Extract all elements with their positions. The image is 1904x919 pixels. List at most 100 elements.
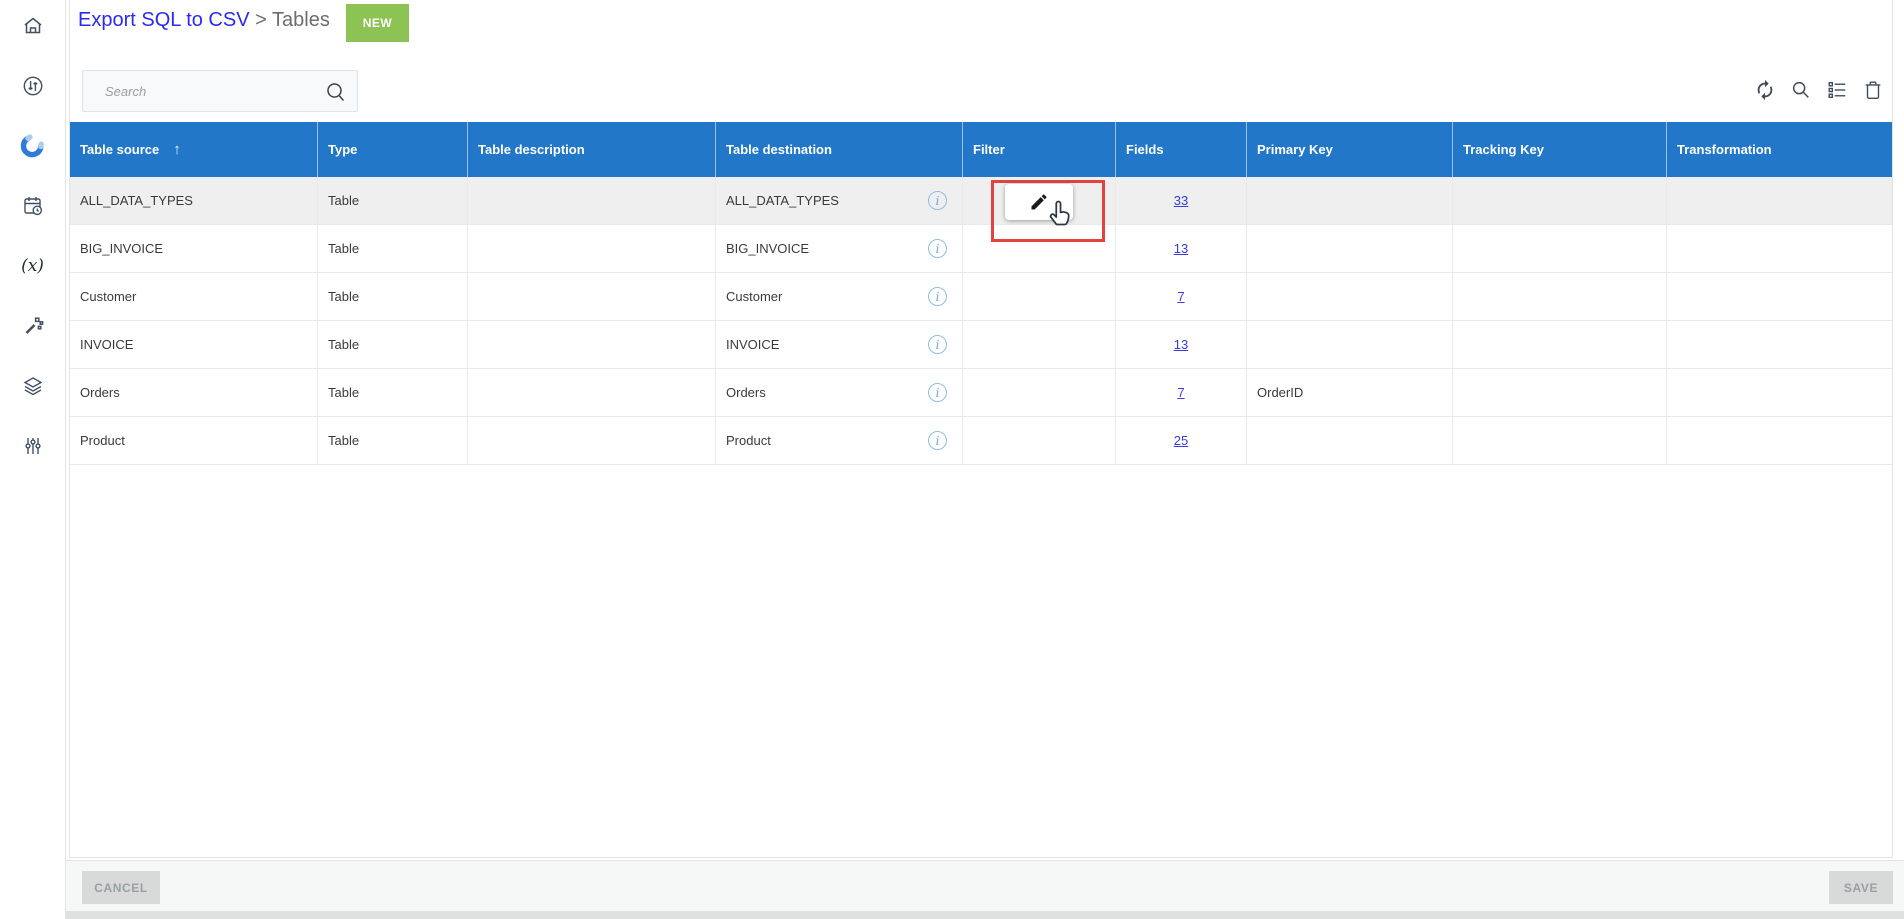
breadcrumb: Export SQL to CSV > Tables (78, 9, 330, 32)
refresh-icon[interactable] (1754, 79, 1776, 101)
cell-transformation (1667, 369, 1892, 417)
cancel-button[interactable]: CANCEL (82, 871, 160, 904)
info-icon[interactable]: i (928, 383, 947, 402)
column-list-icon[interactable] (1826, 79, 1848, 101)
sort-asc-icon: ↑ (173, 141, 181, 158)
cell-primary-key (1247, 273, 1453, 321)
cell-fields: 7 (1116, 369, 1247, 417)
header-transformation[interactable]: Transformation (1667, 122, 1892, 177)
tables-grid: Table source ↑ Type Table description Ta… (70, 122, 1892, 465)
cell-tracking-key (1453, 273, 1667, 321)
header-table-source[interactable]: Table source ↑ (70, 122, 318, 177)
cell-transformation (1667, 417, 1892, 465)
magnet-icon[interactable] (20, 133, 46, 159)
search-box (82, 70, 358, 112)
cell-tracking-key (1453, 177, 1667, 225)
horizontal-scrollbar[interactable] (63, 911, 1904, 919)
layers-icon[interactable] (20, 373, 46, 399)
wand-icon[interactable] (20, 313, 46, 339)
table-row[interactable]: INVOICE Table INVOICE i 13 (70, 321, 1892, 369)
info-icon[interactable]: i (928, 239, 947, 258)
header-primary-key[interactable]: Primary Key (1247, 122, 1453, 177)
cell-destination: Product i (716, 417, 963, 465)
cell-tracking-key (1453, 321, 1667, 369)
cell-destination: INVOICE i (716, 321, 963, 369)
column-search-icon[interactable] (1790, 79, 1812, 101)
cell-filter (963, 225, 1116, 273)
cell-tracking-key (1453, 417, 1667, 465)
table-row[interactable]: BIG_INVOICE Table BIG_INVOICE i 13 (70, 225, 1892, 273)
cell-primary-key (1247, 225, 1453, 273)
table-row[interactable]: ALL_DATA_TYPES Table ALL_DATA_TYPES i 33 (70, 177, 1892, 225)
cell-destination: Customer i (716, 273, 963, 321)
cell-fields: 7 (1116, 273, 1247, 321)
fields-link[interactable]: 7 (1177, 289, 1184, 304)
cell-filter (963, 273, 1116, 321)
fields-link[interactable]: 25 (1174, 433, 1188, 448)
cell-destination: Orders i (716, 369, 963, 417)
cell-source: Customer (70, 273, 318, 321)
table-toolbar (1754, 79, 1884, 101)
content-panel: Export SQL to CSV > Tables NEW (69, 0, 1893, 858)
header-tracking-key[interactable]: Tracking Key (1453, 122, 1667, 177)
trash-icon[interactable] (1862, 79, 1884, 101)
breadcrumb-link[interactable]: Export SQL to CSV (78, 9, 250, 31)
fields-link[interactable]: 7 (1177, 385, 1184, 400)
cell-filter (963, 321, 1116, 369)
table-header: Table source ↑ Type Table description Ta… (70, 122, 1892, 177)
cell-destination: ALL_DATA_TYPES i (716, 177, 963, 225)
breadcrumb-separator: > (255, 9, 267, 31)
cell-description (468, 369, 716, 417)
info-icon[interactable]: i (928, 431, 947, 450)
home-icon[interactable] (20, 13, 46, 39)
tune-icon[interactable] (20, 433, 46, 459)
info-icon[interactable]: i (928, 287, 947, 306)
info-icon[interactable]: i (928, 191, 947, 210)
cell-primary-key (1247, 177, 1453, 225)
table-row[interactable]: Customer Table Customer i 7 (70, 273, 1892, 321)
cell-description (468, 273, 716, 321)
header-type[interactable]: Type (318, 122, 468, 177)
cell-tracking-key (1453, 369, 1667, 417)
cell-source: Product (70, 417, 318, 465)
fields-link[interactable]: 13 (1174, 337, 1188, 352)
footer-bar: CANCEL SAVE (66, 860, 1904, 911)
search-input[interactable] (83, 71, 357, 111)
fields-link[interactable]: 33 (1174, 193, 1188, 208)
functions-glyph: (x) (21, 256, 44, 276)
cell-fields: 33 (1116, 177, 1247, 225)
cell-description (468, 225, 716, 273)
cell-fields: 25 (1116, 417, 1247, 465)
cell-type: Table (318, 177, 468, 225)
header-filter[interactable]: Filter (963, 122, 1116, 177)
cell-filter (963, 369, 1116, 417)
cell-transformation (1667, 321, 1892, 369)
sidebar: (x) (0, 0, 66, 919)
search-icon (324, 80, 348, 109)
filter-edit-button[interactable] (1005, 184, 1073, 220)
header-table-destination[interactable]: Table destination (716, 122, 963, 177)
cell-source: BIG_INVOICE (70, 225, 318, 273)
cell-type: Table (318, 273, 468, 321)
schedule-icon[interactable] (20, 193, 46, 219)
functions-icon[interactable]: (x) (20, 253, 46, 279)
fields-link[interactable]: 13 (1174, 241, 1188, 256)
table-body: ALL_DATA_TYPES Table ALL_DATA_TYPES i 33 (70, 177, 1892, 465)
table-row[interactable]: Orders Table Orders i 7 OrderID (70, 369, 1892, 417)
cell-filter (963, 417, 1116, 465)
sync-arrows-icon[interactable] (20, 73, 46, 99)
cell-description (468, 417, 716, 465)
cell-source: INVOICE (70, 321, 318, 369)
cell-type: Table (318, 225, 468, 273)
header-table-description[interactable]: Table description (468, 122, 716, 177)
cell-description (468, 177, 716, 225)
save-button[interactable]: SAVE (1829, 871, 1893, 904)
cell-destination: BIG_INVOICE i (716, 225, 963, 273)
cell-tracking-key (1453, 225, 1667, 273)
info-icon[interactable]: i (928, 335, 947, 354)
new-button[interactable]: NEW (346, 4, 409, 42)
cell-fields: 13 (1116, 321, 1247, 369)
cell-transformation (1667, 177, 1892, 225)
table-row[interactable]: Product Table Product i 25 (70, 417, 1892, 465)
header-fields[interactable]: Fields (1116, 122, 1247, 177)
